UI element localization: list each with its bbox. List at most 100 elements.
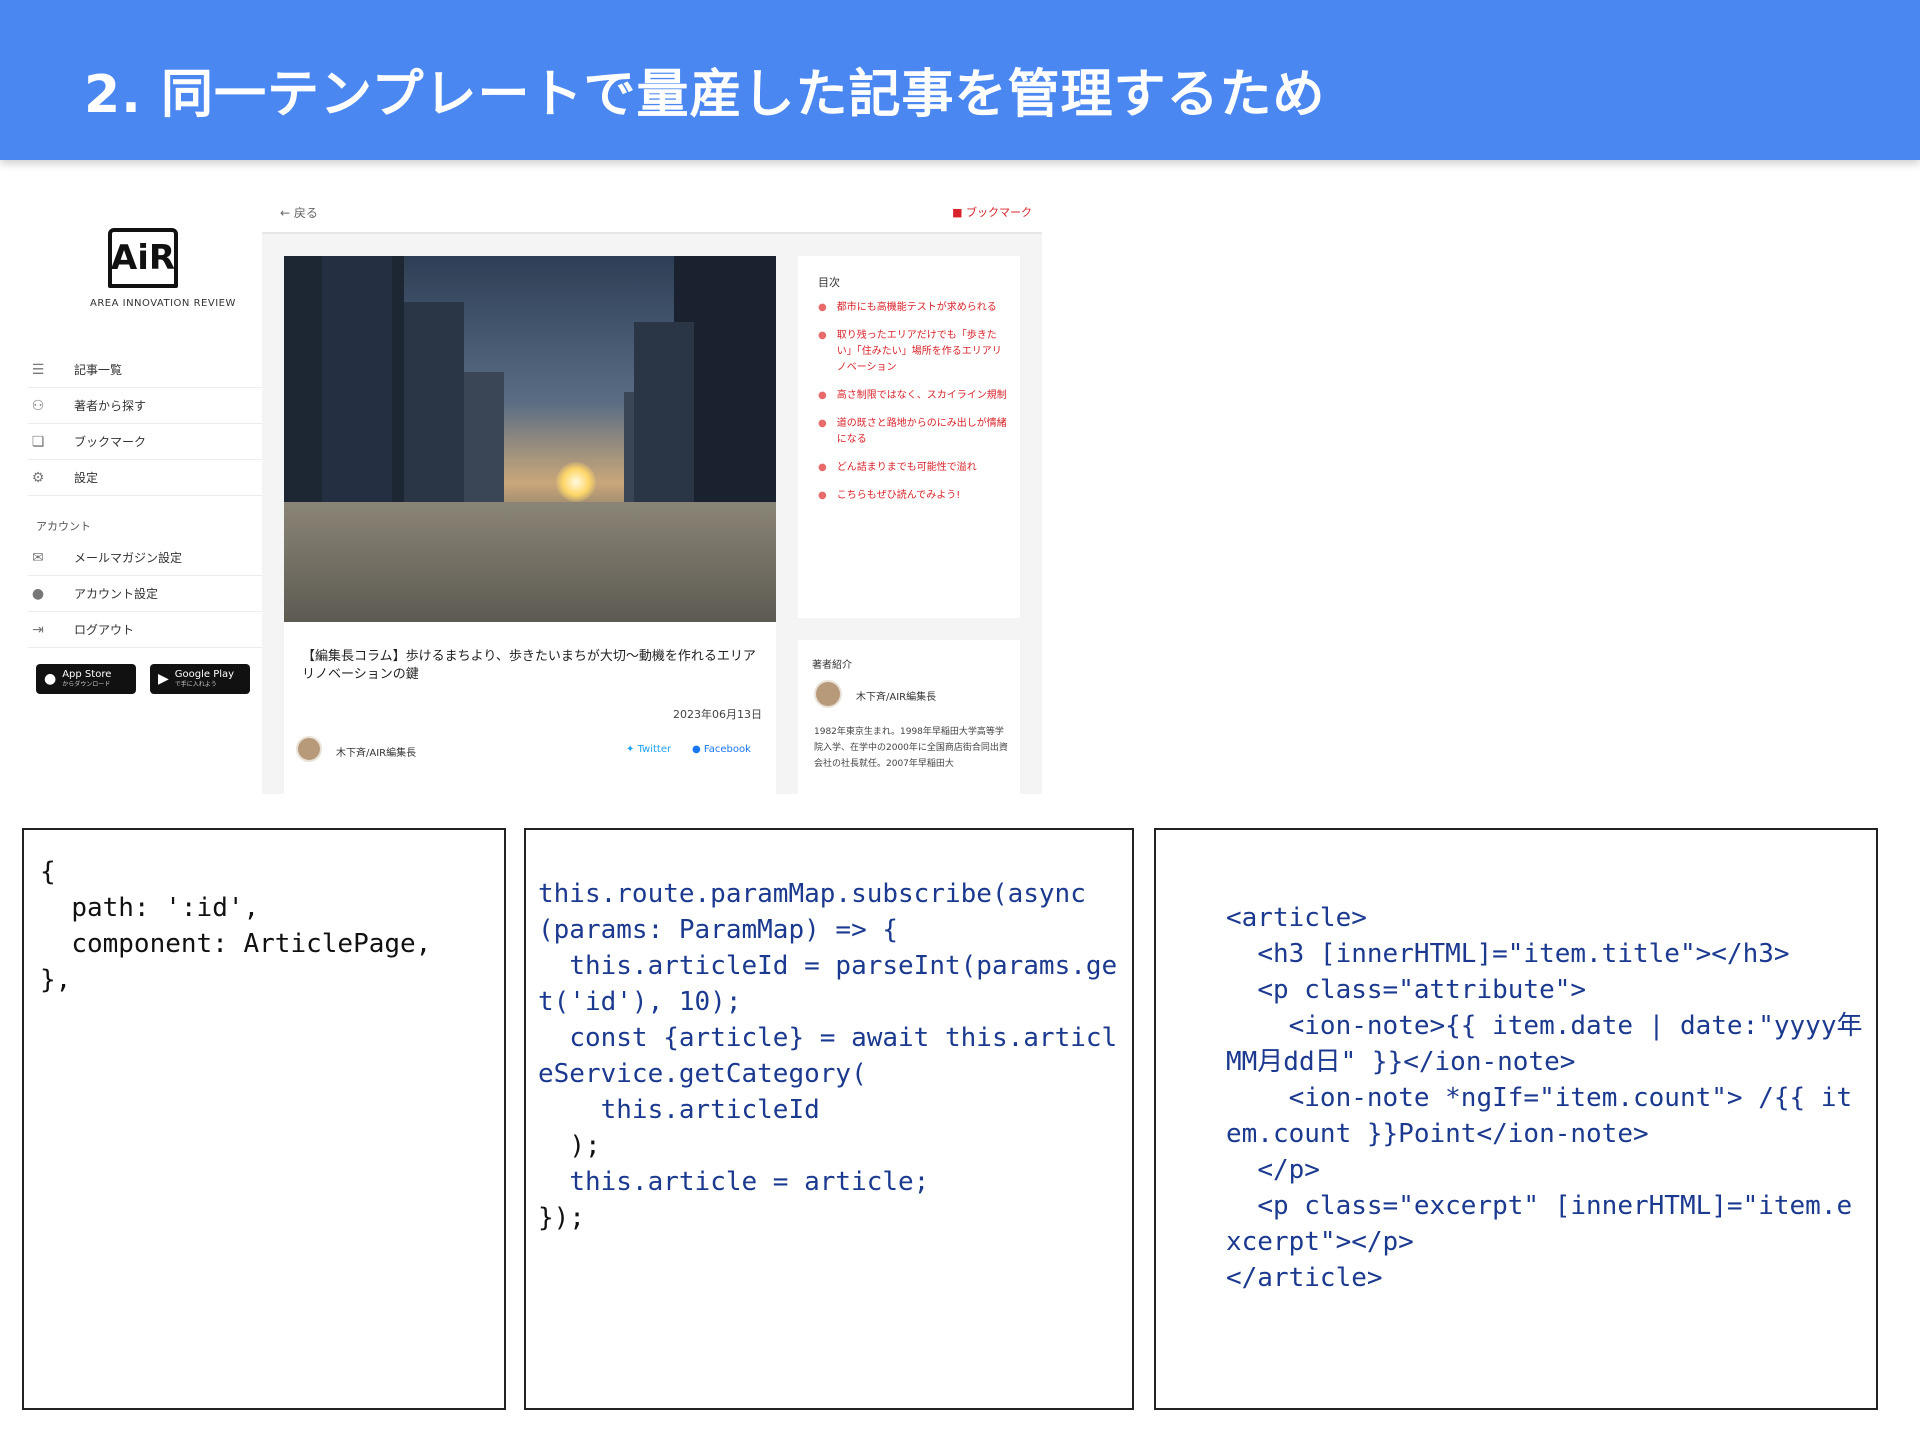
- article-date: 2023年06月13日: [673, 708, 762, 721]
- sidebar-item-label: ログアウト: [74, 623, 135, 637]
- article-topbar: ← 戻る ■ ブックマーク: [262, 190, 1042, 234]
- bookmark-icon: ❏: [31, 433, 45, 450]
- code-line: </article>: [1226, 1263, 1383, 1293]
- bullet-icon: ●: [818, 462, 827, 473]
- sidebar-item-label: ブックマーク: [74, 435, 147, 449]
- share-facebook-button[interactable]: ● Facebook: [692, 744, 751, 755]
- code-line: <ion-note *ngIf="item.count"> /{{ item.c…: [1226, 1083, 1853, 1149]
- template-code: <article> <h3 [innerHTML]="item.title"><…: [1226, 900, 1866, 1296]
- sidebar-item-logout[interactable]: ⇥ ログアウト: [28, 612, 262, 648]
- sidebar-item-articles[interactable]: ☰ 記事一覧: [28, 352, 262, 388]
- app-store-badge[interactable]: ● App Store からダウンロード: [36, 664, 136, 694]
- code-line: </p>: [1226, 1155, 1320, 1185]
- component-code: this.route.paramMap.subscribe(async (par…: [538, 876, 1124, 1236]
- code-line: this.route.paramMap.subscribe(async (par…: [538, 879, 1102, 945]
- back-button[interactable]: ← 戻る: [280, 204, 318, 221]
- slide-title: 2. 同一テンプレートで量産した記事を管理するため: [84, 65, 1326, 125]
- toc-item-label: 取り残ったエリアだけでも「歩きたい」「住みたい」場所を作るエリアリノベーション: [836, 330, 1002, 373]
- sidebar-item-settings[interactable]: ⚙ 設定: [28, 460, 262, 496]
- facebook-icon: ●: [692, 744, 701, 755]
- author-card: 著者紹介 木下斉/AIR編集長 1982年東京生まれ。1998年早稲田大学高等学…: [798, 640, 1020, 794]
- code-line: <ion-note>{{ item.date | date:"yyyy年MM月d…: [1226, 1011, 1863, 1077]
- logout-icon: ⇥: [32, 621, 44, 638]
- gear-icon: ⚙: [31, 469, 45, 486]
- article-author[interactable]: 木下斉/AIR編集長: [336, 744, 416, 759]
- bookmark-icon: ■: [952, 206, 963, 219]
- toc-list: ● 都市にも高機能テストが求められる ● 取り残ったエリアだけでも「歩きたい」「住み…: [818, 300, 1008, 516]
- author-card-heading: 著者紹介: [812, 660, 852, 671]
- code-line: },: [40, 965, 72, 995]
- sidebar-item-label: 著者から探す: [74, 399, 147, 413]
- article-hero-image: [284, 256, 776, 622]
- toc-item-label: どん詰まりまでも可能性で溢れ: [836, 462, 977, 473]
- article-title[interactable]: 【編集長コラム】歩けるまちより、歩きたいまちが大切〜動機を作れるエリアリノベーシ…: [302, 648, 762, 684]
- sidebar-item-label: メールマガジン設定: [74, 551, 183, 565]
- code-line: path: ':id',: [40, 893, 260, 923]
- code-line: this.article = article;: [538, 1167, 930, 1197]
- logo-text: AiR: [110, 238, 176, 278]
- app-store-sublabel: からダウンロード: [62, 681, 111, 688]
- avatar: [814, 680, 842, 708]
- code-line: );: [538, 1131, 601, 1161]
- bullet-icon: ●: [818, 418, 827, 429]
- share-facebook-label: Facebook: [703, 744, 751, 755]
- share-twitter-label: Twitter: [637, 744, 672, 755]
- sidebar-item-account[interactable]: ● アカウント設定: [28, 576, 262, 612]
- toc-item-label: 高さ制限ではなく、スカイライン規制: [836, 390, 1007, 401]
- toc-item[interactable]: ● 高さ制限ではなく、スカイライン規制: [818, 388, 1008, 404]
- arrow-left-icon: ←: [280, 206, 291, 220]
- code-line: <h3 [innerHTML]="item.title"></h3>: [1226, 939, 1790, 969]
- bullet-icon: ●: [818, 390, 827, 401]
- sidebar-item-authors[interactable]: ⚇ 著者から探す: [28, 388, 262, 424]
- toc-item[interactable]: ● どん詰まりまでも可能性で溢れ: [818, 460, 1008, 476]
- bullet-icon: ●: [818, 330, 827, 341]
- table-of-contents: 目次 ● 都市にも高機能テストが求められる ● 取り残ったエリアだけでも「歩きたい」…: [798, 256, 1020, 618]
- code-line: component: ArticlePage,: [40, 929, 432, 959]
- mail-icon: ✉: [32, 549, 44, 566]
- code-line: {: [40, 857, 56, 887]
- sidebar-item-label: 設定: [74, 471, 99, 485]
- share-twitter-button[interactable]: ✦ Twitter: [626, 744, 671, 755]
- code-line: <p class="excerpt" [innerHTML]="item.exc…: [1226, 1191, 1853, 1257]
- toc-heading: 目次: [818, 276, 840, 289]
- people-icon: ⚇: [31, 397, 45, 414]
- routing-code-panel: { path: ':id', component: ArticlePage, }…: [22, 828, 506, 1410]
- code-line: this.articleId: [538, 1095, 820, 1125]
- list-icon: ☰: [31, 361, 45, 378]
- twitter-icon: ✦: [626, 744, 635, 755]
- google-play-sublabel: で手に入れよう: [174, 681, 217, 688]
- code-line: <p class="attribute">: [1226, 975, 1587, 1005]
- toc-item[interactable]: ● こちらもぜひ読んでみよう!: [818, 488, 1008, 504]
- sidebar-item-label: アカウント設定: [74, 587, 159, 601]
- author-card-bio: 1982年東京生まれ。1998年早稲田大学高等学院入学、在学中の2000年に全国…: [814, 727, 1008, 769]
- code-line: });: [538, 1203, 585, 1233]
- slide-header: 2. 同一テンプレートで量産した記事を管理するため: [0, 0, 1920, 160]
- sidebar-item-bookmarks[interactable]: ❏ ブックマーク: [28, 424, 262, 460]
- sidebar-item-newsletter[interactable]: ✉ メールマガジン設定: [28, 540, 262, 576]
- google-play-badge[interactable]: ▶ Google Play で手に入れよう: [150, 664, 250, 694]
- air-logo[interactable]: AiR: [108, 228, 178, 288]
- sidebar-item-label: 記事一覧: [74, 363, 123, 377]
- toc-item[interactable]: ● 都市にも高機能テストが求められる: [818, 300, 1008, 316]
- routing-code: { path: ':id', component: ArticlePage, }…: [40, 854, 490, 998]
- user-icon: ●: [31, 585, 45, 602]
- nav-list: ☰ 記事一覧 ⚇ 著者から探す ❏ ブックマーク ⚙ 設定: [28, 352, 262, 496]
- main-content: ← 戻る ■ ブックマーク 【編集長コラム】歩けるまちより、歩きたいまちが大切〜…: [262, 190, 1042, 794]
- logo-subtitle: AREA INNOVATION REVIEW: [90, 298, 236, 309]
- account-nav-list: ✉ メールマガジン設定 ● アカウント設定 ⇥ ログアウト: [28, 540, 262, 648]
- author-card-name[interactable]: 木下斉/AIR編集長: [856, 688, 936, 703]
- code-line: const {article} = await this.articleServ…: [538, 1023, 1118, 1089]
- toc-item[interactable]: ● 道の既さと路地からのにみ出しが情緒になる: [818, 416, 1008, 448]
- code-line: this.articleId = parseInt(params.get('id…: [538, 951, 1118, 1017]
- bookmark-label: ブックマーク: [966, 206, 1032, 219]
- article-card[interactable]: 【編集長コラム】歩けるまちより、歩きたいまちが大切〜動機を作れるエリアリノベーシ…: [284, 256, 776, 794]
- bookmark-button[interactable]: ■ ブックマーク: [952, 204, 1032, 220]
- app-screenshot: AiR AREA INNOVATION REVIEW ☰ 記事一覧 ⚇ 著者から…: [0, 190, 1042, 794]
- apple-icon: ●: [44, 671, 57, 687]
- sidebar: AiR AREA INNOVATION REVIEW ☰ 記事一覧 ⚇ 著者から…: [0, 190, 262, 794]
- sun: [556, 462, 596, 502]
- toc-item[interactable]: ● 取り残ったエリアだけでも「歩きたい」「住みたい」場所を作るエリアリノベーション: [818, 328, 1008, 376]
- template-code-panel: <article> <h3 [innerHTML]="item.title"><…: [1154, 828, 1878, 1410]
- bullet-icon: ●: [818, 302, 827, 313]
- account-section-label: アカウント: [36, 520, 91, 533]
